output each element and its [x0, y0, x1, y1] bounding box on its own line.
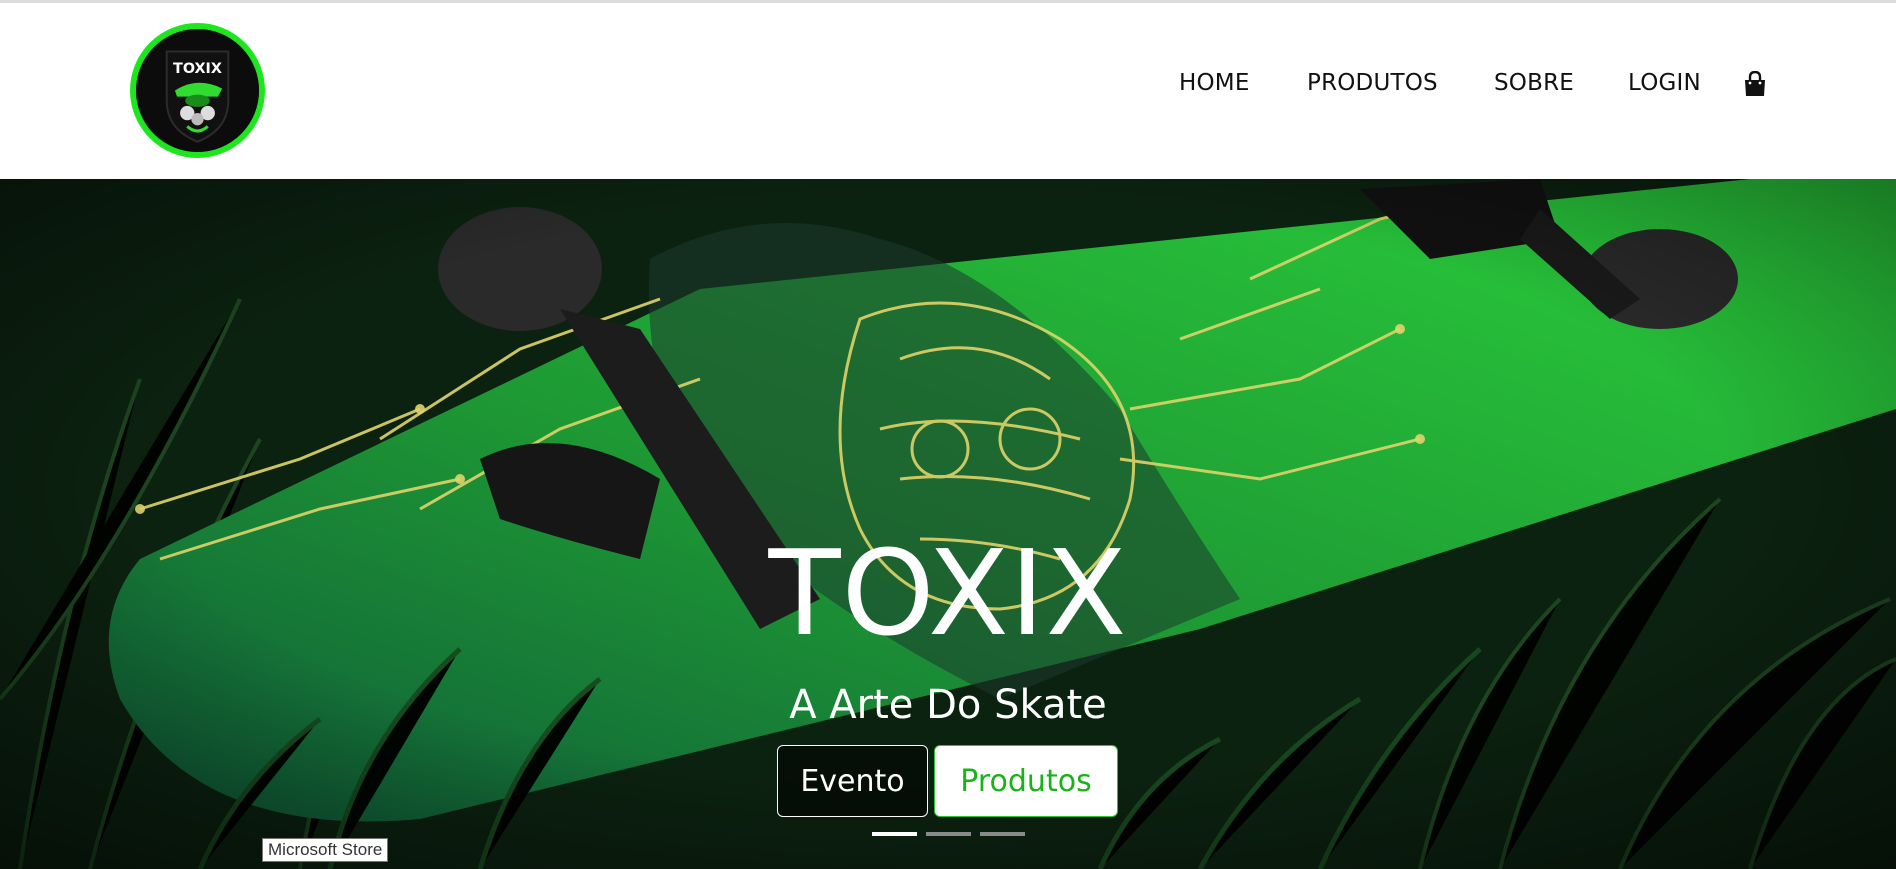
- carousel-dot[interactable]: [926, 832, 971, 836]
- nav-login[interactable]: LOGIN: [1628, 70, 1701, 96]
- site-header: TOXIX HOME PRODUTOS SOBRE LOGIN: [0, 3, 1896, 179]
- carousel-dot[interactable]: [872, 832, 917, 836]
- taskbar-tooltip: Microsoft Store: [262, 838, 389, 862]
- hero-banner: TOXIX A Arte Do Skate Evento Produtos: [0, 179, 1896, 869]
- hero-subtitle: A Arte Do Skate: [789, 682, 1107, 728]
- nav-home[interactable]: HOME: [1179, 70, 1250, 96]
- main-nav: HOME PRODUTOS SOBRE LOGIN: [0, 65, 1896, 105]
- hero-title: TOXIX: [768, 524, 1128, 662]
- nav-sobre[interactable]: SOBRE: [1494, 70, 1574, 96]
- nav-produtos[interactable]: PRODUTOS: [1307, 70, 1438, 96]
- produtos-button[interactable]: Produtos: [934, 745, 1118, 817]
- evento-button[interactable]: Evento: [777, 745, 928, 817]
- shopping-bag-icon[interactable]: [1743, 71, 1767, 97]
- carousel-dot[interactable]: [980, 832, 1025, 836]
